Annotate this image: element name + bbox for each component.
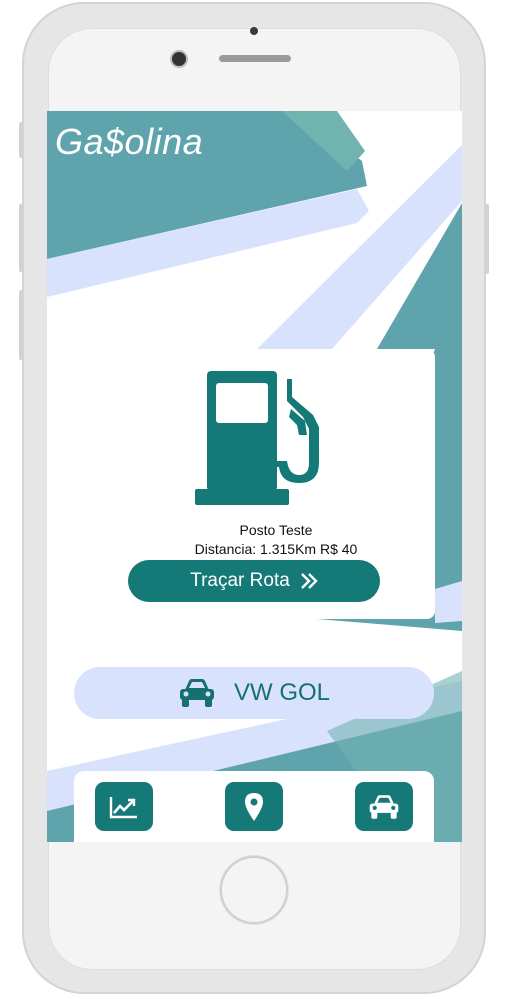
selected-vehicle-button[interactable]: VW GOL xyxy=(74,667,434,719)
car-icon xyxy=(179,679,214,707)
double-chevron-right-icon xyxy=(300,573,318,589)
proximity-sensor xyxy=(250,27,258,35)
station-card: Posto Teste Distancia: 1.315Km R$ 40 Tra… xyxy=(117,349,435,619)
fuel-pump-icon xyxy=(195,371,319,505)
bottom-nav-bar xyxy=(74,771,434,842)
vehicle-label: VW GOL xyxy=(233,679,330,706)
app-title: Ga$olina xyxy=(55,121,204,162)
front-camera xyxy=(172,52,186,66)
power-button xyxy=(485,204,489,274)
nav-stats-button[interactable] xyxy=(95,782,153,831)
app-screen: Ga$olina Posto Teste Distancia: 1.315Km … xyxy=(47,111,462,842)
car-icon xyxy=(369,794,399,819)
trace-route-button[interactable]: Traçar Rota xyxy=(128,560,380,602)
trending-chart-icon xyxy=(109,796,137,818)
mute-switch xyxy=(19,122,23,158)
station-distance-price: Distancia: 1.315Km R$ 40 xyxy=(194,541,358,557)
nav-vehicles-button[interactable] xyxy=(355,782,413,831)
trace-route-label: Traçar Rota xyxy=(190,570,290,591)
home-button[interactable] xyxy=(220,856,288,924)
volume-up-button xyxy=(19,204,23,272)
nav-map-button[interactable] xyxy=(225,782,283,831)
station-name: Posto Teste xyxy=(239,522,313,538)
earpiece-speaker xyxy=(219,55,291,62)
volume-down-button xyxy=(19,290,23,360)
location-pin-icon xyxy=(245,792,263,821)
